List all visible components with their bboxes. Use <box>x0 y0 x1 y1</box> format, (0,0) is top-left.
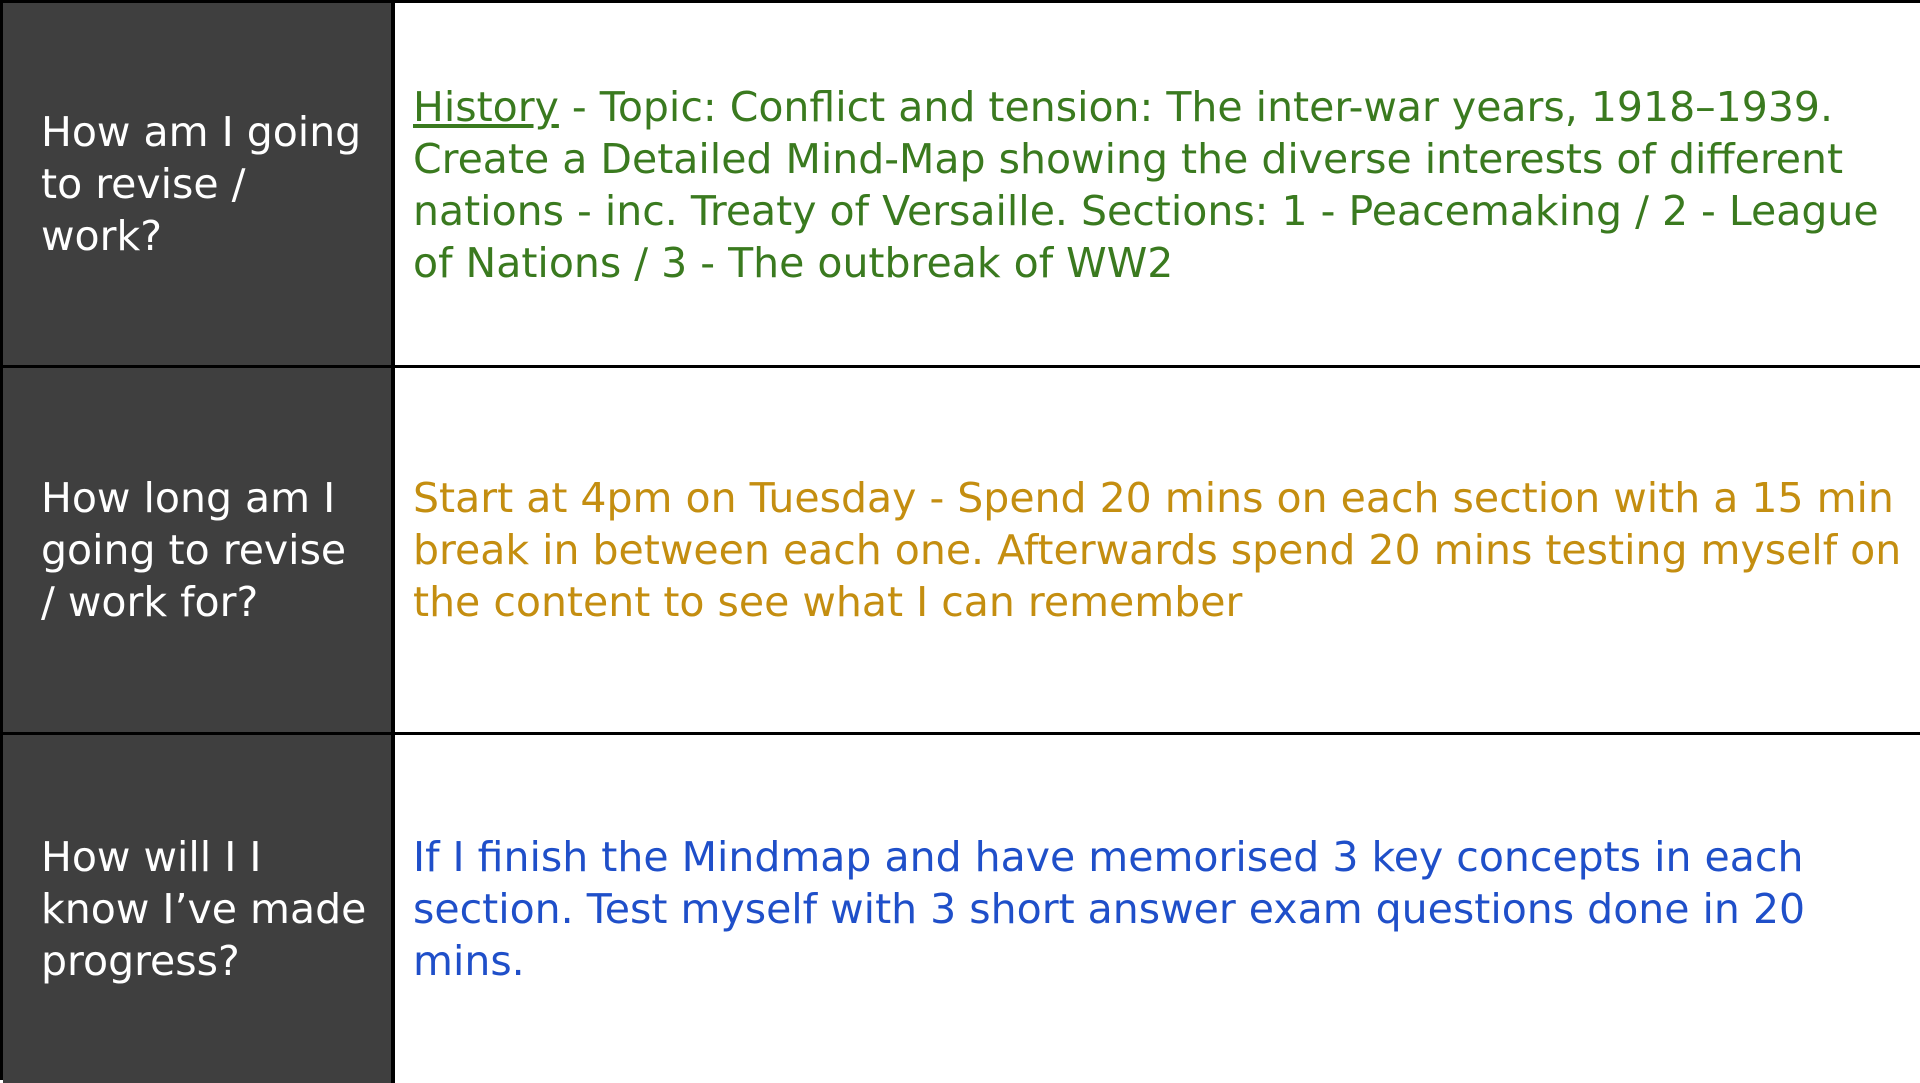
row-label-how-text: How am I going to revise / work? <box>41 108 362 260</box>
topic-description: - Topic: Conflict and tension: The inter… <box>413 83 1879 287</box>
row-label-how-long-text: How long am I going to revise / work for… <box>41 474 347 626</box>
row-content-how-long-text: Start at 4pm on Tuesday - Spend 20 mins … <box>413 474 1902 626</box>
subject-label: History <box>413 83 559 131</box>
row-label-progress: How will I I know I’ve made progress? <box>3 735 395 1083</box>
row-label-how: How am I going to revise / work? <box>3 3 395 368</box>
row-content-how: History - Topic: Conflict and tension: T… <box>395 3 1920 368</box>
row-label-how-long: How long am I going to revise / work for… <box>3 368 395 735</box>
row-label-progress-text: How will I I know I’ve made progress? <box>41 833 367 985</box>
row-content-how-text: History - Topic: Conflict and tension: T… <box>413 81 1903 289</box>
row-content-how-long: Start at 4pm on Tuesday - Spend 20 mins … <box>395 368 1920 735</box>
row-content-progress: If I finish the Mindmap and have memoris… <box>395 735 1920 1083</box>
revision-plan-table: How am I going to revise / work? History… <box>0 0 1920 1083</box>
row-content-progress-text: If I finish the Mindmap and have memoris… <box>413 833 1806 985</box>
